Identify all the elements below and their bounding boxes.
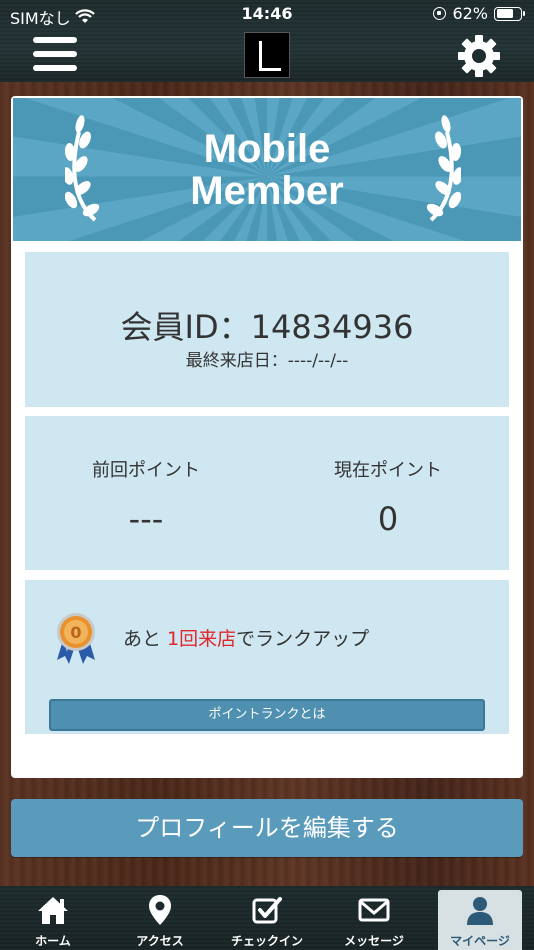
previous-points-value: --- — [128, 500, 164, 538]
rank-panel: 0 あと 1回来店でランクアップ ポイントランクとは — [25, 580, 509, 734]
edit-profile-button[interactable]: プロフィールを編集する — [11, 799, 523, 857]
member-id: 会員ID：14834936 — [120, 308, 414, 346]
tab-access[interactable]: アクセス — [107, 886, 213, 950]
checkbox-icon — [252, 897, 282, 924]
medal-number: 0 — [70, 623, 81, 642]
medal-icon: 0 — [57, 613, 95, 664]
orientation-lock-icon — [433, 7, 447, 20]
home-icon — [38, 897, 68, 924]
laurel-right-icon — [426, 115, 461, 222]
current-points-value: 0 — [377, 500, 399, 538]
map-pin-icon — [149, 895, 171, 925]
tab-message-label: メッセージ — [344, 934, 404, 948]
points-panel: 前回ポイント --- 現在ポイント 0 — [25, 416, 509, 570]
rank-suffix: でランクアップ — [236, 628, 370, 650]
header-bar: SIMなし 14:46 62% — [0, 0, 534, 82]
point-rank-info-button[interactable]: ポイントランクとは — [49, 699, 485, 731]
tab-access-label: アクセス — [136, 934, 184, 948]
hamburger-menu-icon[interactable] — [33, 37, 77, 73]
rank-highlight: 1回来店 — [167, 628, 237, 650]
tab-home-label: ホーム — [35, 934, 71, 948]
previous-points-label: 前回ポイント — [92, 460, 200, 481]
tab-mypage[interactable]: マイページ — [438, 890, 522, 950]
gear-icon[interactable] — [456, 34, 502, 78]
last-visit-date: 最終来店日：----/--/-- — [185, 351, 349, 371]
envelope-icon — [358, 898, 390, 922]
tab-bar: ホーム アクセス チェックイン メッセージ マイページ — [0, 886, 534, 950]
status-right: 62% — [433, 4, 525, 23]
member-card: Mobile Member 会員ID：14834936 最終来店日：----/-… — [11, 96, 523, 778]
current-points-label: 現在ポイント — [334, 460, 442, 481]
battery-percent: 62% — [452, 4, 488, 23]
battery-icon — [494, 6, 525, 21]
user-icon — [467, 897, 493, 925]
tab-checkin-label: チェックイン — [230, 934, 303, 948]
tab-checkin[interactable]: チェックイン — [214, 886, 320, 950]
tab-mypage-label: マイページ — [450, 934, 510, 948]
status-bar: SIMなし 14:46 62% — [0, 0, 534, 28]
member-id-panel: 会員ID：14834936 最終来店日：----/--/-- — [25, 252, 509, 407]
tab-message[interactable]: メッセージ — [321, 886, 427, 950]
rank-prefix: あと — [123, 628, 168, 650]
shop-logo[interactable] — [244, 32, 290, 78]
current-points: 現在ポイント 0 — [267, 456, 509, 538]
mobile-member-banner: Mobile Member — [13, 98, 521, 241]
tab-home[interactable]: ホーム — [0, 886, 106, 950]
previous-points: 前回ポイント --- — [25, 456, 267, 538]
rank-up-message: あと 1回来店でランクアップ — [123, 624, 369, 651]
